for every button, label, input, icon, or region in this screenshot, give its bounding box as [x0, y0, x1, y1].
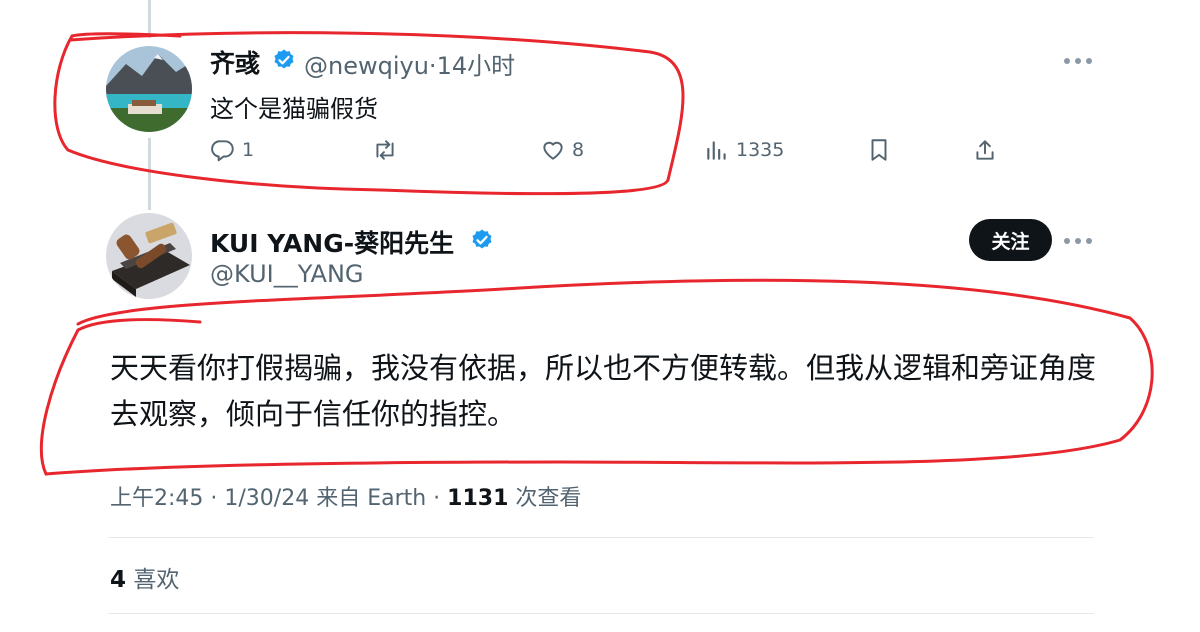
like-button[interactable]: 8 — [540, 135, 584, 165]
tweet-views-label: 次查看 — [508, 486, 582, 511]
retweet-icon — [376, 140, 394, 160]
divider — [108, 537, 1094, 538]
likes-summary[interactable]: 4 喜欢 — [110, 560, 179, 594]
bookmark-button[interactable] — [866, 135, 892, 165]
thread-line-top — [148, 0, 151, 38]
tweet-date[interactable]: 1/30/24 — [224, 486, 309, 511]
views-count: 1335 — [736, 139, 785, 161]
main-author-name[interactable]: KUI YANG-葵阳先生 — [210, 224, 454, 260]
share-icon — [976, 140, 994, 160]
heart-icon — [543, 141, 563, 160]
retweet-button[interactable] — [372, 135, 398, 165]
verified-badge-icon — [274, 49, 294, 69]
main-avatar[interactable] — [106, 213, 192, 299]
main-more-icon[interactable] — [1064, 236, 1094, 246]
likes-count: 4 — [110, 567, 127, 593]
main-handle[interactable]: @KUI__YANG — [210, 260, 364, 288]
tweet-source: 来自 Earth — [309, 486, 427, 511]
meta-separator: · — [203, 486, 225, 511]
main-tweet-text: 天天看你打假揭骗，我没有依据，所以也不方便转载。但我从逻辑和旁证角度去观察，倾向… — [110, 351, 1097, 431]
reply-handle-line: @newqiyu·14小时 — [304, 46, 515, 81]
meta-separator: · — [426, 486, 448, 511]
thread-line-bottom — [148, 138, 151, 210]
likes-label: 喜欢 — [126, 567, 180, 593]
bookmark-icon — [871, 139, 887, 161]
reply-author-name[interactable]: 齐彧 — [210, 44, 260, 80]
divider — [108, 613, 1094, 614]
like-count: 8 — [572, 139, 585, 161]
reply-handle[interactable]: @newqiyu — [304, 52, 429, 80]
tweet-views-count: 1131 — [447, 486, 509, 511]
reply-more-icon[interactable] — [1064, 56, 1094, 66]
tweet-meta: 上午2:45 · 1/30/24 来自 Earth · 1131 次查看 — [110, 480, 581, 512]
follow-button[interactable]: 关注 — [969, 219, 1052, 261]
reply-button[interactable]: 1 — [210, 135, 254, 165]
verified-badge-icon — [472, 229, 492, 249]
views-chart-icon — [707, 141, 726, 160]
reply-text: 这个是猫骗假货 — [210, 95, 378, 123]
reply-separator: · — [428, 52, 437, 80]
reply-count: 1 — [242, 139, 255, 161]
share-button[interactable] — [972, 135, 998, 165]
reply-icon — [211, 140, 234, 162]
tweet-time[interactable]: 上午2:45 — [110, 486, 203, 511]
reply-time[interactable]: 14小时 — [437, 52, 516, 80]
reply-avatar[interactable] — [106, 46, 192, 132]
views-button[interactable]: 1335 — [704, 135, 784, 165]
